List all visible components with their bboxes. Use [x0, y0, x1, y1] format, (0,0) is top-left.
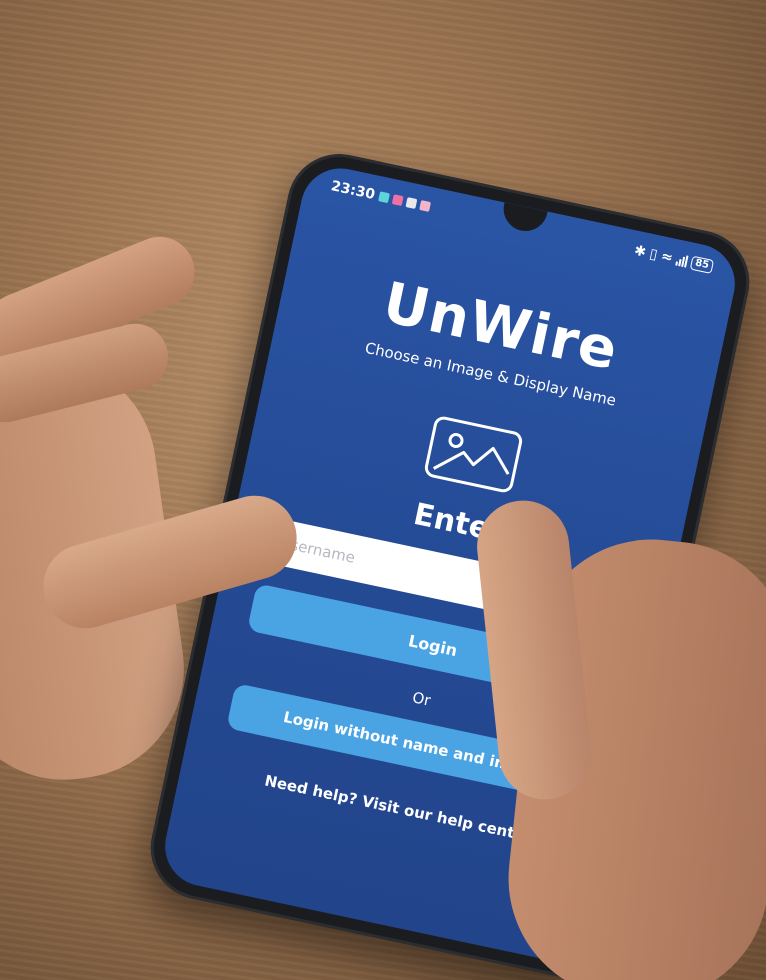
status-time: 23:30: [329, 178, 377, 204]
notification-app-icon: [377, 191, 390, 204]
bluetooth-icon: ✱: [632, 242, 648, 261]
login-button-label: Login: [406, 630, 460, 660]
notification-app-icon: [405, 197, 417, 209]
battery-icon: 85: [689, 255, 715, 274]
status-right: ✱ ▯ ≈ 85: [633, 243, 715, 275]
signal-icon: [675, 254, 689, 268]
notification-app-icon: [391, 194, 404, 206]
notification-app-icon: [418, 199, 431, 212]
vibrate-icon: ▯: [648, 245, 659, 264]
wifi-icon: ≈: [659, 248, 675, 267]
image-placeholder-icon: [432, 433, 510, 475]
status-left: 23:30: [330, 178, 432, 215]
image-picker[interactable]: [423, 414, 524, 495]
